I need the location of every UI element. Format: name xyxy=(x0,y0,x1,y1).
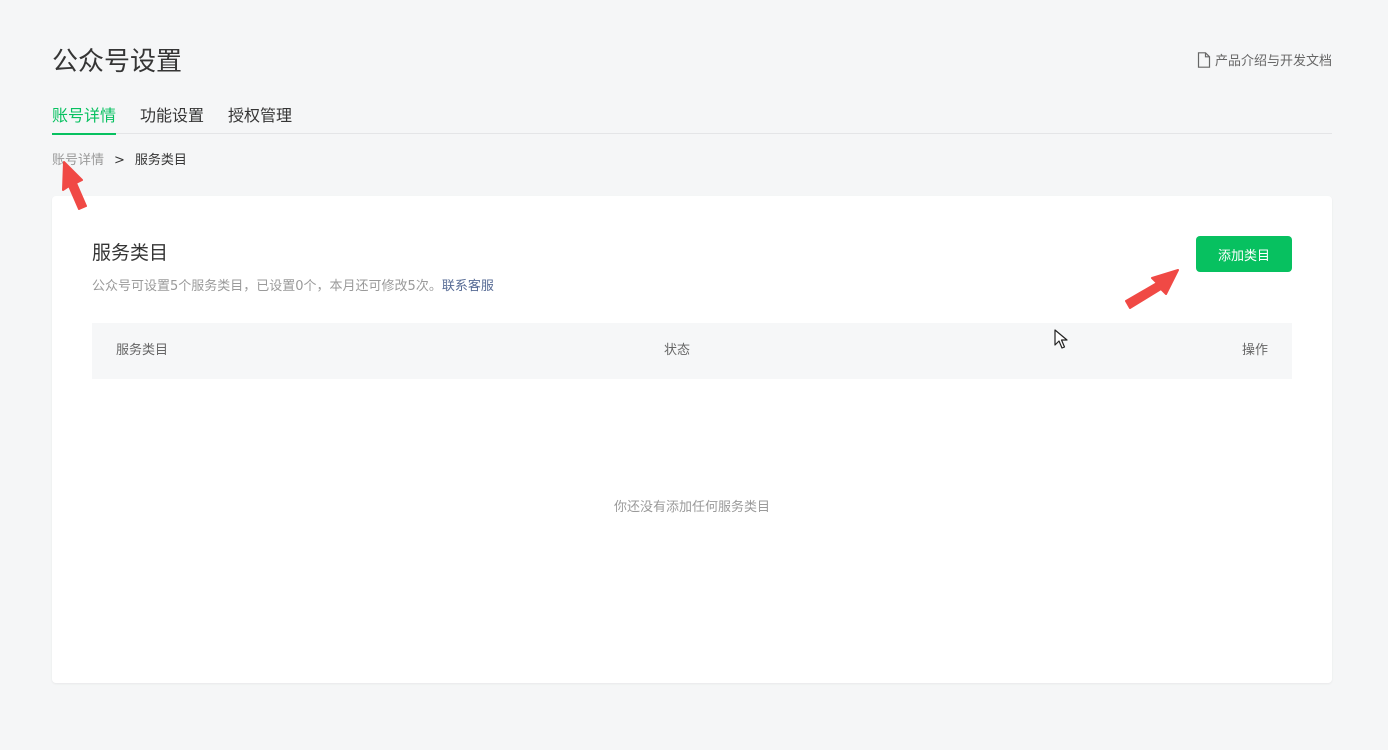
empty-state-text: 你还没有添加任何服务类目 xyxy=(613,500,770,515)
breadcrumb-separator: > xyxy=(114,153,125,168)
mouse-cursor-icon xyxy=(1054,329,1068,349)
breadcrumb-current: 服务类目 xyxy=(134,153,187,168)
tab-authorization[interactable]: 授权管理 xyxy=(228,102,292,134)
document-icon xyxy=(1197,51,1211,68)
contact-support-link[interactable]: 联系客服 xyxy=(442,279,494,294)
page-title: 公众号设置 xyxy=(52,47,183,77)
card-title: 服务类目 xyxy=(92,242,169,264)
column-header-category: 服务类目 xyxy=(116,343,169,358)
column-header-actions: 操作 xyxy=(1241,343,1268,358)
column-header-status: 状态 xyxy=(664,343,691,358)
breadcrumb-parent-link[interactable]: 账号详情 xyxy=(52,151,104,171)
doc-link[interactable]: 产品介绍与开发文档 xyxy=(1197,50,1332,69)
description-text: 公众号可设置5个服务类目，已设置0个，本月还可修改5次。 xyxy=(92,279,442,294)
card-description: 公众号可设置5个服务类目，已设置0个，本月还可修改5次。联系客服 xyxy=(92,278,494,296)
tab-bar: 账号详情 功能设置 授权管理 xyxy=(52,102,1332,135)
breadcrumb: 账号详情 > 服务类目 xyxy=(52,151,187,171)
doc-link-label: 产品介绍与开发文档 xyxy=(1214,54,1332,69)
table-header: 服务类目 状态 操作 xyxy=(92,323,1292,379)
add-category-button[interactable]: 添加类目 xyxy=(1196,236,1292,272)
tab-function-settings[interactable]: 功能设置 xyxy=(140,102,204,134)
tab-account-details[interactable]: 账号详情 xyxy=(52,102,117,135)
service-category-card: 服务类目 公众号可设置5个服务类目，已设置0个，本月还可修改5次。联系客服 添加… xyxy=(52,196,1332,683)
